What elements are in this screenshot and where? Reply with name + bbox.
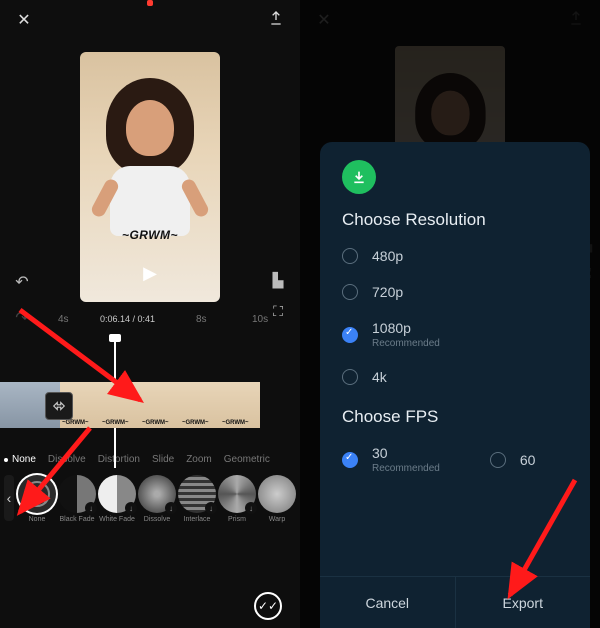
strip-pad: ✓✓ <box>0 428 300 450</box>
radio-icon[interactable] <box>342 327 358 343</box>
layers-icon[interactable]: ▙ <box>268 272 288 289</box>
effect-thumb[interactable]: ↓ <box>58 475 96 513</box>
resolution-option-1080p[interactable]: 1080pRecommended <box>342 320 568 349</box>
effect-white-fade[interactable]: ↓ White Fade <box>98 475 136 523</box>
category-tab[interactable]: Slide <box>152 454 174 465</box>
radio-icon[interactable] <box>342 248 358 264</box>
left-screenshot: ✕ ~GRWM~ ▶ ↶ ↷ ▙ ⛶ 4s 0:06.14 / 0:41 8s … <box>0 0 300 628</box>
timeline-mark: 4s <box>58 314 69 325</box>
resolution-list: 480p 720p 1080pRecommended 4k <box>342 248 568 385</box>
clip[interactable]: ~GRWM~ <box>180 382 220 428</box>
timeline-mark: 10s <box>252 314 268 325</box>
export-button[interactable]: Export <box>456 577 591 628</box>
effect-prism[interactable]: ↓ Prism <box>218 475 256 523</box>
fps-option-60[interactable]: 60 <box>490 445 536 474</box>
sheet-buttons: Cancel Export <box>320 576 590 628</box>
effect-dissolve[interactable]: ↓ Dissolve <box>138 475 176 523</box>
effect-thumb[interactable] <box>18 475 56 513</box>
right-screenshot: ✕ ▙⛶ Choose Resolution 480p 720p <box>300 0 600 628</box>
transition-node[interactable] <box>45 392 73 420</box>
download-badge-icon: ↓ <box>165 502 177 514</box>
share-icon[interactable] <box>266 10 286 31</box>
cancel-button[interactable]: Cancel <box>320 577 456 628</box>
effect-thumb[interactable]: ↓ <box>178 475 216 513</box>
transition-categories: None Dissolve Distortion Slide Zoom Geom… <box>0 450 300 475</box>
effect-thumb[interactable]: ↓ <box>98 475 136 513</box>
category-tab[interactable]: Zoom <box>186 454 212 465</box>
radio-icon[interactable] <box>342 452 358 468</box>
effect-none[interactable]: None <box>18 475 56 523</box>
category-tab[interactable]: Distortion <box>98 454 140 465</box>
resolution-heading: Choose Resolution <box>342 210 568 230</box>
category-tab[interactable]: None <box>12 454 36 465</box>
back-chevron-icon[interactable]: ‹ <box>4 475 14 521</box>
download-badge-icon: ↓ <box>245 502 257 514</box>
clip-strip[interactable]: ~GRWM~ ~GRWM~ ~GRWM~ ~GRWM~ ~GRWM~ <box>0 382 300 428</box>
left-topbar: ✕ <box>0 0 300 40</box>
effect-interlace[interactable]: ↓ Interlace <box>178 475 216 523</box>
effect-black-fade[interactable]: ↓ Black Fade <box>58 475 96 523</box>
fps-option-30[interactable]: 30Recommended <box>342 445 440 474</box>
category-tab[interactable]: Dissolve <box>48 454 86 465</box>
overlay-text: ~GRWM~ <box>122 228 178 242</box>
fps-heading: Choose FPS <box>342 407 568 427</box>
effect-thumb[interactable]: ↓ <box>138 475 176 513</box>
effects-row: ‹ None ↓ Black Fade ↓ White Fade ↓ Disso… <box>0 475 300 531</box>
fps-list: 30Recommended 60 <box>342 445 568 474</box>
effect-thumb[interactable] <box>258 475 296 513</box>
video-frame[interactable]: ~GRWM~ ▶ <box>80 52 220 302</box>
radio-icon[interactable] <box>342 369 358 385</box>
resolution-option-4k[interactable]: 4k <box>342 369 568 385</box>
clip[interactable]: ~GRWM~ <box>140 382 180 428</box>
play-icon[interactable]: ▶ <box>143 263 157 284</box>
category-tab[interactable]: Geometric <box>224 454 270 465</box>
download-badge-icon: ↓ <box>205 502 217 514</box>
download-badge-icon: ↓ <box>125 502 137 514</box>
clip[interactable]: ~GRWM~ <box>100 382 140 428</box>
timeline-ruler[interactable]: 4s 0:06.14 / 0:41 8s 10s <box>0 314 300 338</box>
close-icon[interactable]: ✕ <box>14 10 34 30</box>
undo-icon[interactable]: ↶ <box>12 272 32 292</box>
effect-thumb[interactable]: ↓ <box>218 475 256 513</box>
clip-strip-area[interactable]: ~GRWM~ ~GRWM~ ~GRWM~ ~GRWM~ ~GRWM~ <box>0 338 300 428</box>
timeline-mark: 8s <box>196 314 207 325</box>
download-icon <box>342 160 376 194</box>
timeline-current: 0:06.14 / 0:41 <box>100 314 155 324</box>
radio-icon[interactable] <box>490 452 506 468</box>
radio-icon[interactable] <box>342 284 358 300</box>
resolution-option-480p[interactable]: 480p <box>342 248 568 264</box>
effect-warp[interactable]: Warp <box>258 475 296 523</box>
recording-indicator <box>147 0 153 6</box>
export-sheet: Choose Resolution 480p 720p 1080pRecomme… <box>320 142 590 628</box>
download-badge-icon: ↓ <box>85 502 97 514</box>
resolution-option-720p[interactable]: 720p <box>342 284 568 300</box>
confirm-icon[interactable]: ✓✓ <box>254 592 282 620</box>
video-preview: ~GRWM~ ▶ ↶ ↷ ▙ ⛶ <box>0 40 300 314</box>
clip[interactable]: ~GRWM~ <box>220 382 260 428</box>
